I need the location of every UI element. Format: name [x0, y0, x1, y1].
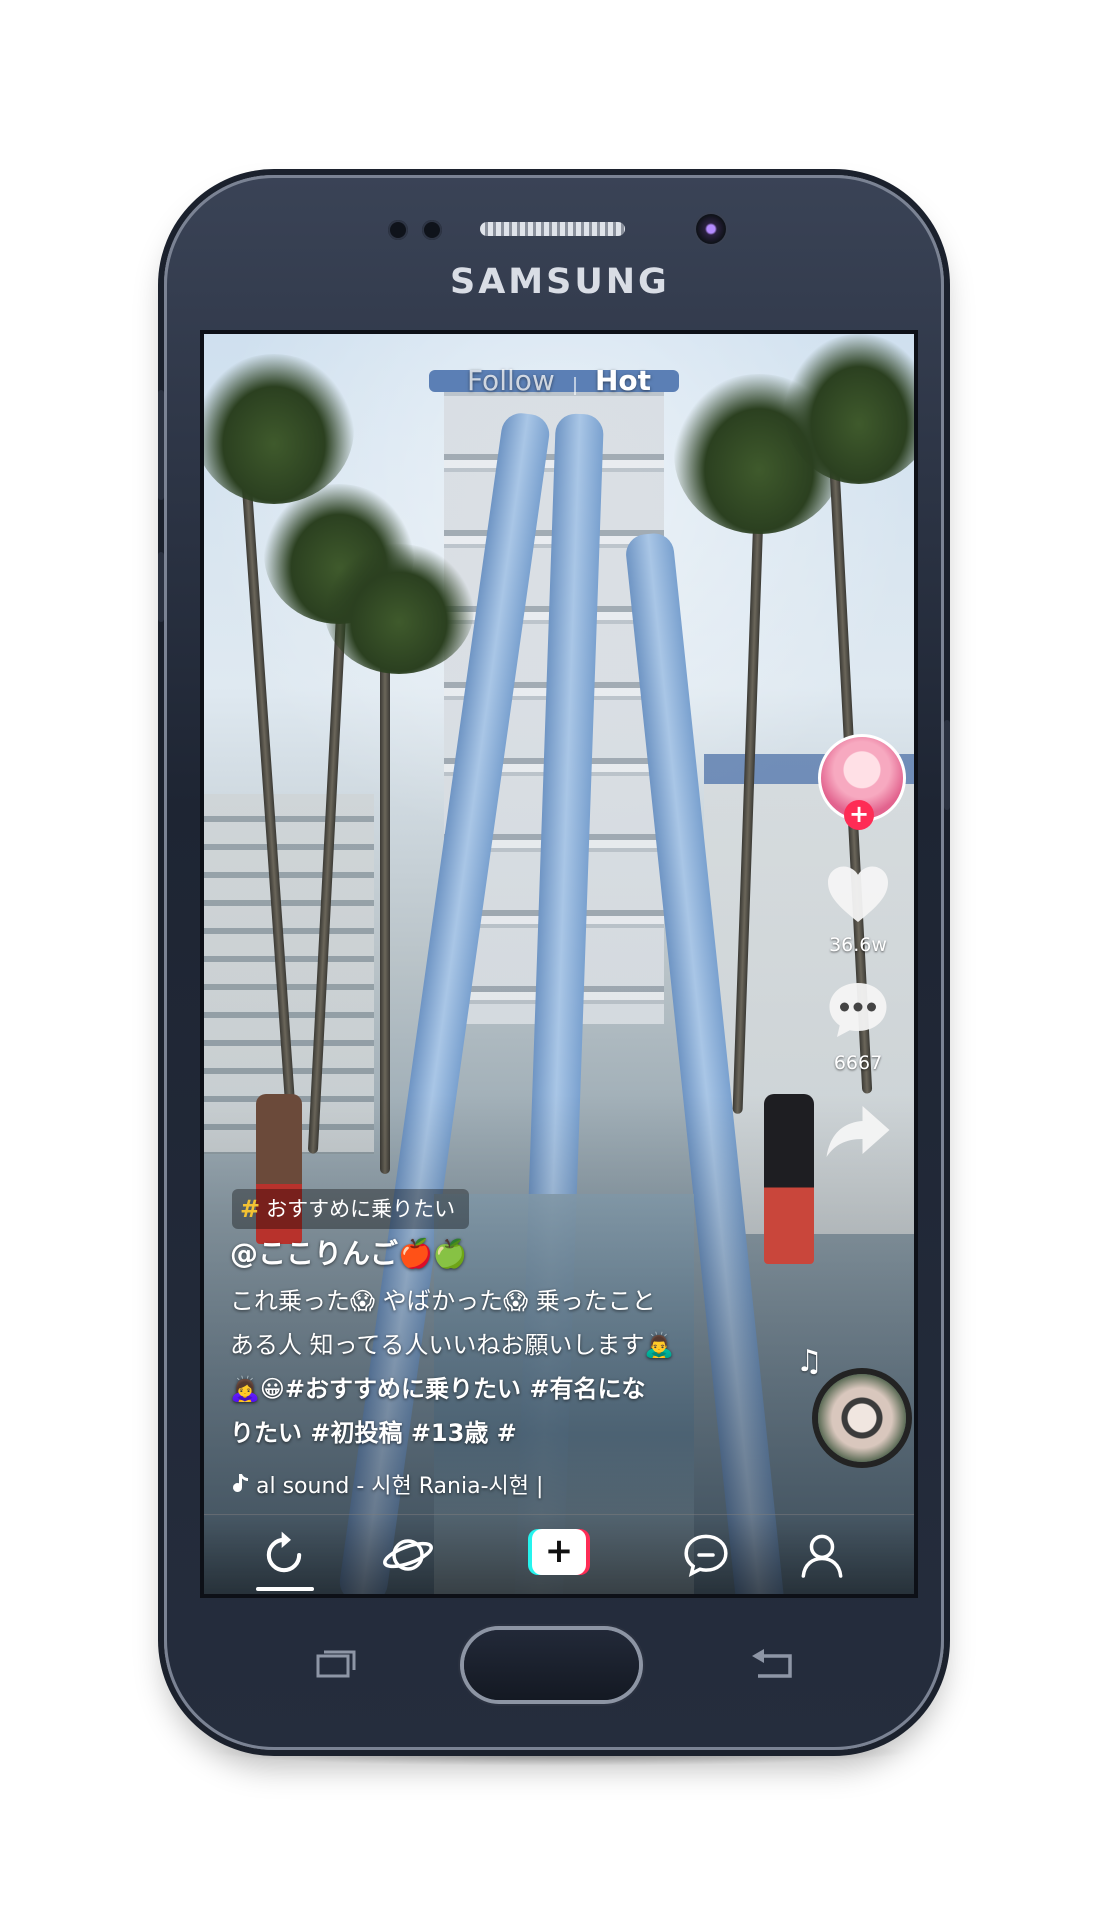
person-icon[interactable] — [794, 1527, 850, 1583]
active-tab-indicator — [256, 1587, 314, 1591]
plus-icon: + — [532, 1529, 586, 1575]
message-icon[interactable] — [678, 1527, 734, 1583]
proximity-sensor — [388, 220, 408, 240]
bottom-nav: + — [204, 1514, 914, 1594]
creator-username[interactable]: @ここりんご🍎🍏 — [230, 1232, 468, 1272]
sound-row[interactable]: al sound - 시현 Rania-시현 | — [230, 1468, 543, 1500]
comment-icon[interactable] — [822, 974, 894, 1046]
post-caption: これ乗った😱 やばかった😱 乗ったこと ある人 知ってる人いいねお願いします🙇‍… — [230, 1279, 740, 1455]
caption-hashtags[interactable]: りたい #初投稿 #13歳 # — [230, 1411, 740, 1455]
music-note-icon — [233, 1474, 248, 1493]
caption-emoji: 🙇‍♀️😀 — [230, 1375, 285, 1403]
caption-hashtags[interactable]: #おすすめに乗りたい #有名にな — [285, 1375, 646, 1403]
front-camera — [696, 214, 726, 244]
power-button — [944, 720, 950, 810]
recent-apps-icon[interactable] — [314, 1650, 358, 1680]
volume-button-lower — [158, 552, 164, 622]
earpiece-speaker — [480, 222, 625, 236]
video-person — [764, 1094, 814, 1264]
tab-divider — [573, 376, 576, 395]
palm-tree — [380, 594, 390, 1174]
refresh-home-icon[interactable] — [256, 1527, 312, 1583]
sound-disc[interactable] — [818, 1374, 906, 1462]
tab-hot[interactable]: Hot — [595, 364, 651, 397]
palm-crown — [324, 544, 474, 674]
like-count: 36.6w — [829, 934, 887, 956]
hashtag-pill-label: おすすめに乗りたい — [266, 1197, 456, 1221]
follow-button[interactable]: + — [844, 800, 874, 830]
caption-line: 🙇‍♀️😀#おすすめに乗りたい #有名にな — [230, 1367, 740, 1411]
comment-count: 6667 — [833, 1052, 883, 1074]
caption-line: ある人 知ってる人いいねお願いします🙇‍♂️ — [230, 1331, 675, 1359]
tab-follow[interactable]: Follow — [467, 364, 555, 397]
create-button[interactable]: + — [526, 1529, 592, 1575]
caption-line: これ乗った😱 やばかった😱 乗ったこと — [230, 1287, 656, 1315]
share-icon[interactable] — [822, 1094, 894, 1166]
hashtag-icon: # — [240, 1195, 261, 1223]
home-button[interactable] — [464, 1630, 639, 1700]
sound-label: al sound - 시현 Rania-시현 | — [256, 1474, 544, 1499]
hashtag-pill[interactable]: # おすすめに乗りたい — [232, 1189, 470, 1229]
volume-button — [158, 390, 164, 500]
planet-icon[interactable] — [380, 1527, 436, 1583]
brand-logo: SAMSUNG — [450, 262, 670, 302]
light-sensor — [422, 220, 442, 240]
music-note-icon: ♫ — [796, 1344, 823, 1379]
feed-tabs: Follow Hot — [204, 364, 914, 397]
app-screen: Follow Hot + 36.6w 6667 ♫ ♪ # おすすめに乗りたい … — [200, 330, 918, 1598]
back-icon[interactable] — [748, 1648, 796, 1682]
heart-icon[interactable] — [822, 859, 894, 931]
